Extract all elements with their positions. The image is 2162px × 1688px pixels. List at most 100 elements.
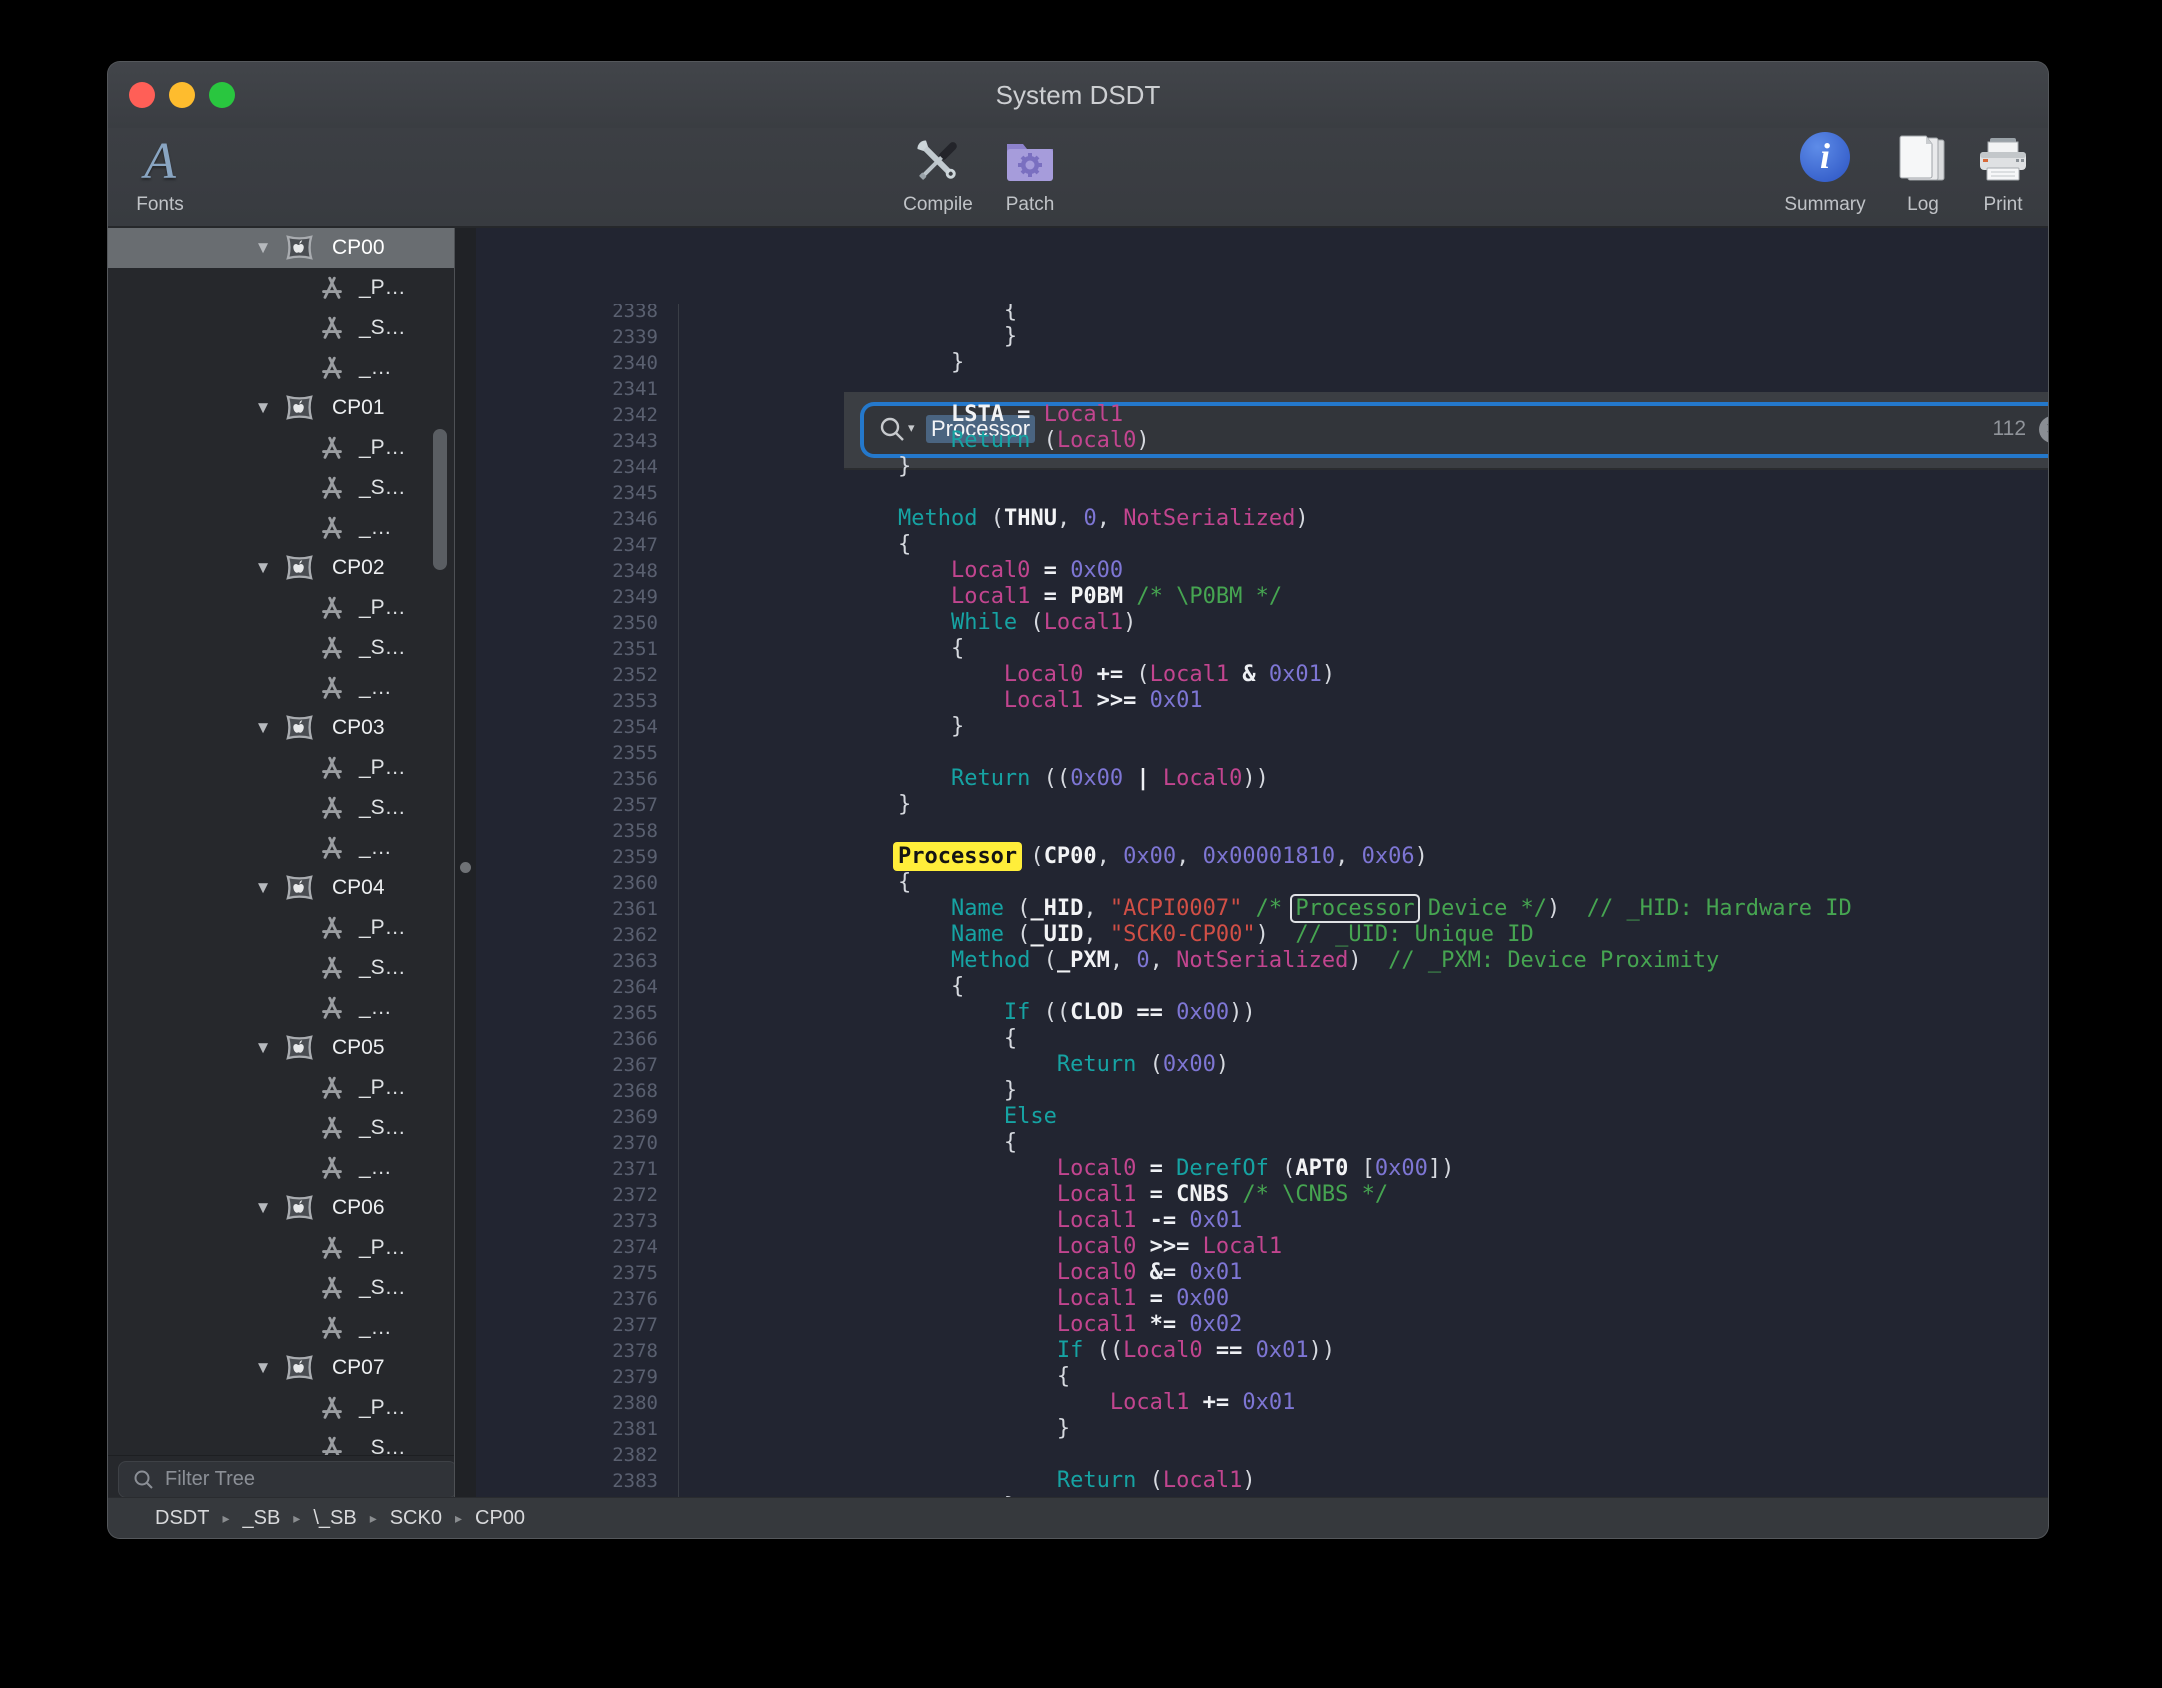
code-line[interactable]: 2360 { — [476, 870, 2048, 896]
code-line[interactable]: 2373 Local1 -= 0x01 — [476, 1208, 2048, 1234]
tree-item-cp01-child-1[interactable]: _S… — [108, 468, 454, 508]
filter-tree-input[interactable]: Filter Tree — [118, 1461, 457, 1498]
code-line[interactable]: 2343 Return (Local0) — [476, 428, 2048, 454]
code-line[interactable]: 2363 Method (_PXM, 0, NotSerialized) // … — [476, 948, 2048, 974]
code-line[interactable]: 2377 Local1 *= 0x02 — [476, 1312, 2048, 1338]
code-line[interactable]: 2380 Local1 += 0x01 — [476, 1390, 2048, 1416]
code-line[interactable]: 2340 } — [476, 350, 2048, 376]
code-line[interactable]: 2350 While (Local1) — [476, 610, 2048, 636]
code-line[interactable]: 2342 LSTA = Local1 — [476, 402, 2048, 428]
code-line[interactable]: 2381 } — [476, 1416, 2048, 1442]
breadcrumb-item-dsdt[interactable]: DSDT — [155, 1507, 209, 1529]
tree-item-cp02-child-2[interactable]: _… — [108, 668, 454, 708]
disclosure-triangle-icon[interactable]: ▼ — [251, 1348, 275, 1388]
code-line[interactable]: 2372 Local1 = CNBS /* \CNBS */ — [476, 1182, 2048, 1208]
tree-item-cp02[interactable]: ▼CP02 — [108, 548, 454, 588]
code-line[interactable]: 2358 — [476, 818, 2048, 844]
tree-item-cp07-child-1[interactable]: _S… — [108, 1428, 454, 1455]
tree-item-cp02-child-1[interactable]: _S… — [108, 628, 454, 668]
tree-item-cp01-child-2[interactable]: _… — [108, 508, 454, 548]
tree-item-cp04[interactable]: ▼CP04 — [108, 868, 454, 908]
breadcrumb-item-sb[interactable]: \_SB — [313, 1507, 356, 1529]
pane-divider[interactable] — [454, 228, 478, 1497]
disclosure-triangle-icon[interactable]: ▼ — [251, 708, 275, 748]
code-line[interactable]: 2344 } — [476, 454, 2048, 480]
tree-item-cp06-child-1[interactable]: _S… — [108, 1268, 454, 1308]
code-text: } — [678, 324, 1017, 350]
tree-item-cp03[interactable]: ▼CP03 — [108, 708, 454, 748]
tree-item-cp03-child-1[interactable]: _S… — [108, 788, 454, 828]
code-line[interactable]: 2375 Local0 &= 0x01 — [476, 1260, 2048, 1286]
tree-item-cp07-child-0[interactable]: _P… — [108, 1388, 454, 1428]
tree-item-cp05-child-2[interactable]: _… — [108, 1148, 454, 1188]
disclosure-triangle-icon[interactable]: ▼ — [251, 388, 275, 428]
code-line[interactable]: 2351 { — [476, 636, 2048, 662]
code-line[interactable]: 2352 Local0 += (Local1 & 0x01) — [476, 662, 2048, 688]
code-line[interactable]: 2347 { — [476, 532, 2048, 558]
code-line[interactable]: 2362 Name (_UID, "SCK0-CP00") // _UID: U… — [476, 922, 2048, 948]
sidebar-scrollbar-thumb[interactable] — [433, 429, 447, 570]
disclosure-triangle-icon[interactable]: ▼ — [251, 228, 275, 268]
code-line[interactable]: 2346 Method (THNU, 0, NotSerialized) — [476, 506, 2048, 532]
code-line[interactable]: 2369 Else — [476, 1104, 2048, 1130]
tree-item-cp05-child-1[interactable]: _S… — [108, 1108, 454, 1148]
tree-item-cp00[interactable]: ▼CP00 — [108, 228, 454, 268]
tree-item-cp01-child-0[interactable]: _P… — [108, 428, 454, 468]
breadcrumb-item-sck0[interactable]: SCK0 — [390, 1507, 442, 1529]
code-line[interactable]: 2370 { — [476, 1130, 2048, 1156]
code-line[interactable]: 2382 — [476, 1442, 2048, 1468]
divider-handle-icon[interactable] — [460, 862, 471, 873]
tree-item-cp04-child-0[interactable]: _P… — [108, 908, 454, 948]
code-line[interactable]: 2345 — [476, 480, 2048, 506]
code-line[interactable]: 2368 } — [476, 1078, 2048, 1104]
code-line[interactable]: 2353 Local1 >>= 0x01 — [476, 688, 2048, 714]
code-line[interactable]: 2361 Name (_HID, "ACPI0007" /* Processor… — [476, 896, 2048, 922]
tree-item-cp06[interactable]: ▼CP06 — [108, 1188, 454, 1228]
code-line[interactable]: 2376 Local1 = 0x00 — [476, 1286, 2048, 1312]
code-line[interactable]: 2364 { — [476, 974, 2048, 1000]
code-editor[interactable]: 2338 {2339 }2340 }23412342 LSTA = Local1… — [476, 304, 2048, 1497]
code-line[interactable]: 2357 } — [476, 792, 2048, 818]
code-line[interactable]: 2379 { — [476, 1364, 2048, 1390]
disclosure-triangle-icon[interactable]: ▼ — [251, 1028, 275, 1068]
code-line[interactable]: 2356 Return ((0x00 | Local0)) — [476, 766, 2048, 792]
code-line[interactable]: 2374 Local0 >>= Local1 — [476, 1234, 2048, 1260]
tree-item-cp00-child-1[interactable]: _S… — [108, 308, 454, 348]
tree-item-cp05[interactable]: ▼CP05 — [108, 1028, 454, 1068]
tree-item-cp03-child-2[interactable]: _… — [108, 828, 454, 868]
disclosure-triangle-icon[interactable]: ▼ — [251, 548, 275, 588]
code-line[interactable]: 2383 Return (Local1) — [476, 1468, 2048, 1494]
code-line[interactable]: 2341 — [476, 376, 2048, 402]
code-line[interactable]: 2359 Processor (CP00, 0x00, 0x00001810, … — [476, 844, 2048, 870]
breadcrumb-item-cp00[interactable]: CP00 — [475, 1507, 525, 1529]
code-line[interactable]: 2365 If ((CLOD == 0x00)) — [476, 1000, 2048, 1026]
tree-item-cp04-child-1[interactable]: _S… — [108, 948, 454, 988]
tree-item-cp03-child-0[interactable]: _P… — [108, 748, 454, 788]
code-line[interactable]: 2378 If ((Local0 == 0x01)) — [476, 1338, 2048, 1364]
tree-item-cp05-child-0[interactable]: _P… — [108, 1068, 454, 1108]
tree-item-cp07[interactable]: ▼CP07 — [108, 1348, 454, 1388]
code-line[interactable]: 2339 } — [476, 324, 2048, 350]
code-line[interactable]: 2349 Local1 = P0BM /* \P0BM */ — [476, 584, 2048, 610]
tree-item-cp06-child-2[interactable]: _… — [108, 1308, 454, 1348]
sidebar-tree[interactable]: ▼CP00_P…_S…_…▼CP01_P…_S…_…▼CP02_P…_S…_…▼… — [108, 228, 454, 1455]
code-line[interactable]: 2338 { — [476, 304, 2048, 324]
patch-button[interactable]: Patch — [955, 130, 1105, 224]
tree-item-cp00-child-2[interactable]: _… — [108, 348, 454, 388]
tree-item-cp04-child-2[interactable]: _… — [108, 988, 454, 1028]
code-line[interactable]: 2348 Local0 = 0x00 — [476, 558, 2048, 584]
fonts-button[interactable]: A Fonts — [108, 130, 235, 224]
code-line[interactable]: 2355 — [476, 740, 2048, 766]
code-line[interactable]: 2367 Return (0x00) — [476, 1052, 2048, 1078]
tree-item-cp06-child-0[interactable]: _P… — [108, 1228, 454, 1268]
breadcrumb-item-sb[interactable]: _SB — [242, 1507, 280, 1529]
code-line[interactable]: 2371 Local0 = DerefOf (APT0 [0x00]) — [476, 1156, 2048, 1182]
print-button[interactable]: Print — [1928, 130, 2048, 224]
code-line[interactable]: 2354 } — [476, 714, 2048, 740]
code-line[interactable]: 2366 { — [476, 1026, 2048, 1052]
tree-item-cp02-child-0[interactable]: _P… — [108, 588, 454, 628]
tree-item-cp01[interactable]: ▼CP01 — [108, 388, 454, 428]
tree-item-cp00-child-0[interactable]: _P… — [108, 268, 454, 308]
disclosure-triangle-icon[interactable]: ▼ — [251, 1188, 275, 1228]
disclosure-triangle-icon[interactable]: ▼ — [251, 868, 275, 908]
